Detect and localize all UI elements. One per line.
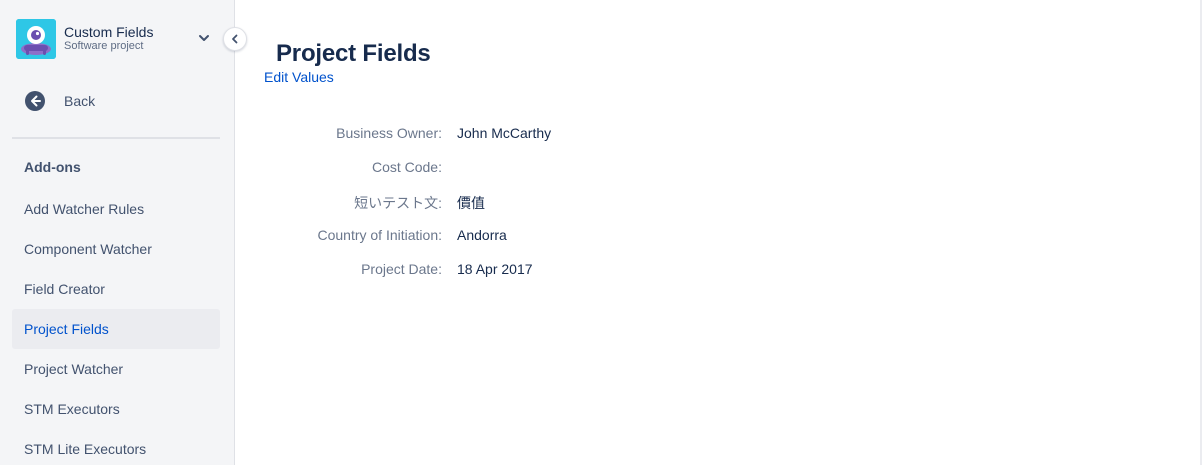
- field-value: Andorra: [457, 227, 507, 243]
- field-value: 18 Apr 2017: [457, 261, 533, 277]
- field-value: John McCarthy: [457, 125, 552, 141]
- arrow-left-circle-icon: [25, 91, 45, 111]
- sidebar-item-add-watcher-rules[interactable]: Add Watcher Rules: [12, 189, 220, 229]
- sidebar-item-project-fields[interactable]: Project Fields: [12, 309, 220, 349]
- addons-nav-list: Add Watcher Rules Component Watcher Fiel…: [12, 189, 220, 465]
- field-label: Business Owner:: [336, 125, 442, 141]
- project-fields-list: Business Owner: John McCarthy Cost Code:…: [236, 122, 936, 292]
- project-switcher[interactable]: Custom Fields Software project: [16, 19, 216, 61]
- sidebar-divider: [12, 137, 220, 139]
- main-content: Project Fields Edit Values Business Owne…: [236, 0, 1202, 465]
- project-name: Custom Fields: [64, 24, 154, 40]
- field-row: Business Owner: John McCarthy: [236, 122, 936, 156]
- field-label: Country of Initiation:: [317, 227, 442, 243]
- sidebar-item-field-creator[interactable]: Field Creator: [12, 269, 220, 309]
- page-title: Project Fields: [276, 40, 431, 67]
- section-title-addons: Add-ons: [24, 159, 81, 175]
- field-row: Country of Initiation: Andorra: [236, 224, 936, 258]
- field-label: 短いテスト文:: [354, 195, 442, 211]
- back-label: Back: [64, 93, 96, 109]
- sidebar-item-stm-executors[interactable]: STM Executors: [12, 389, 220, 429]
- sidebar-item-project-watcher[interactable]: Project Watcher: [12, 349, 220, 389]
- sidebar-item-stm-lite-executors[interactable]: STM Lite Executors: [12, 429, 220, 465]
- back-button[interactable]: Back: [24, 89, 214, 113]
- sidebar-item-component-watcher[interactable]: Component Watcher: [12, 229, 220, 269]
- field-row: Project Date: 18 Apr 2017: [236, 258, 936, 292]
- field-value: 價值: [457, 195, 485, 211]
- sidebar: Custom Fields Software project Back Add-…: [0, 0, 235, 465]
- edit-values-link[interactable]: Edit Values: [264, 69, 334, 85]
- chevron-down-icon[interactable]: [197, 31, 211, 45]
- project-avatar: [16, 19, 56, 59]
- project-avatar-icon: [16, 19, 56, 59]
- project-type: Software project: [64, 40, 144, 52]
- field-row: 短いテスト文: 價值: [236, 190, 936, 224]
- field-label: Project Date:: [361, 261, 442, 277]
- field-label: Cost Code:: [371, 159, 442, 175]
- field-row: Cost Code:: [236, 156, 936, 190]
